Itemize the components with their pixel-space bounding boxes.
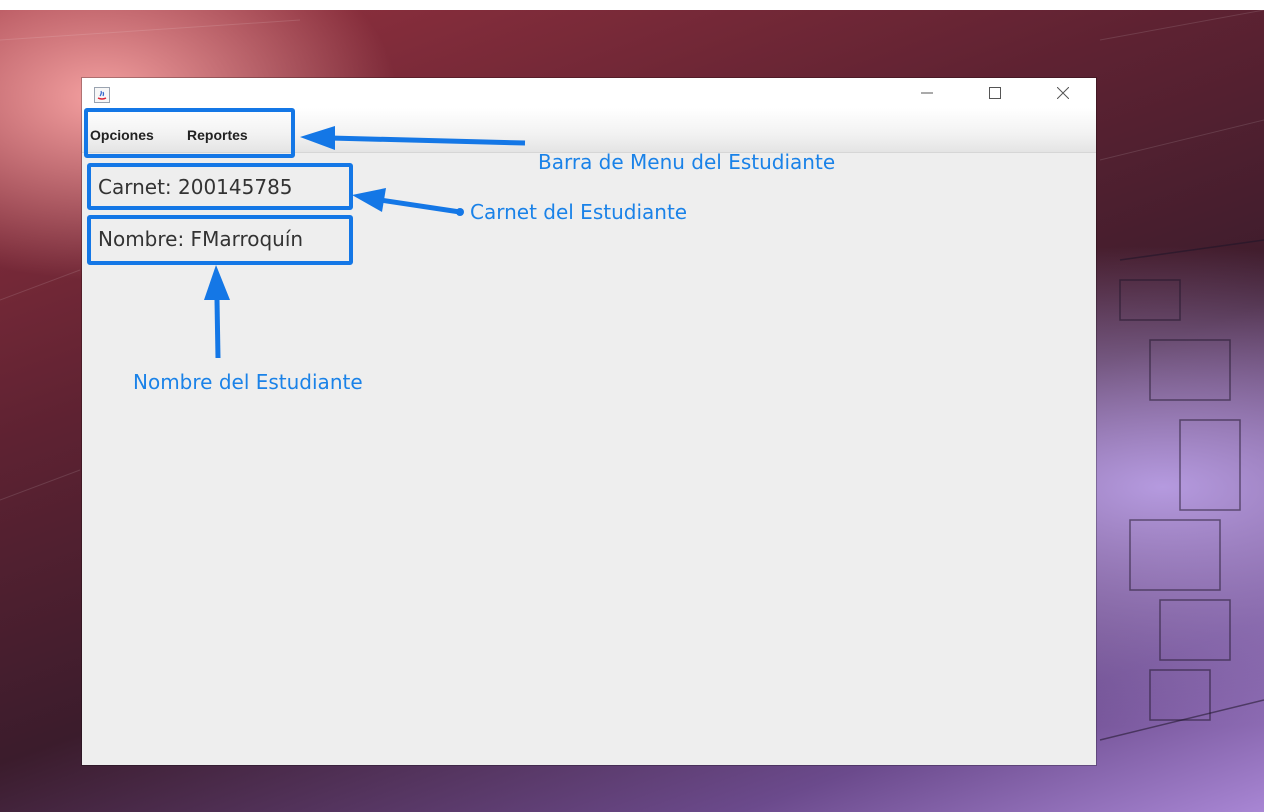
top-strip bbox=[0, 0, 1264, 10]
minimize-button[interactable] bbox=[904, 78, 950, 108]
maximize-button[interactable] bbox=[972, 78, 1018, 108]
minimize-icon bbox=[921, 92, 933, 94]
menubar-highlight bbox=[84, 108, 295, 158]
close-icon bbox=[1057, 87, 1069, 99]
title-bar bbox=[82, 78, 1096, 108]
java-app-icon[interactable] bbox=[94, 87, 110, 103]
nombre-highlight bbox=[87, 215, 353, 265]
menubar-annotation: Barra de Menu del Estudiante bbox=[538, 150, 836, 174]
carnet-annotation: Carnet del Estudiante bbox=[470, 200, 688, 224]
close-button[interactable] bbox=[1040, 78, 1086, 108]
maximize-icon bbox=[989, 87, 1001, 99]
nombre-annotation: Nombre del Estudiante bbox=[133, 370, 363, 394]
carnet-highlight bbox=[87, 163, 353, 210]
